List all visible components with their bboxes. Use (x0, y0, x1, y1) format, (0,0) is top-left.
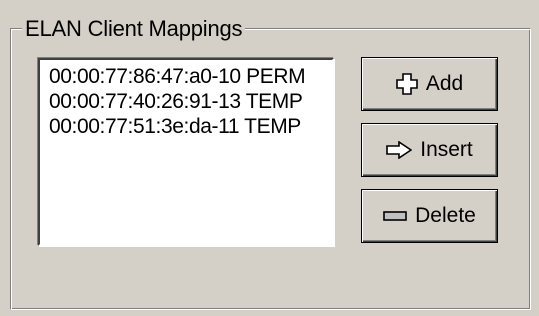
minus-icon (383, 211, 407, 221)
mappings-listbox[interactable]: 00:00:77:86:47:a0-10 PERM 00:00:77:40:26… (38, 58, 334, 246)
arrow-right-icon (386, 141, 413, 159)
delete-button-label: Delete (415, 204, 476, 227)
list-item[interactable]: 00:00:77:51:3e:da-11 TEMP (40, 114, 332, 139)
insert-button-label: Insert (420, 138, 473, 161)
insert-button[interactable]: Insert (361, 123, 498, 177)
add-button-label: Add (425, 72, 464, 95)
add-button[interactable]: Add (361, 57, 498, 111)
group-title: ELAN Client Mappings (22, 16, 246, 42)
list-item[interactable]: 00:00:77:86:47:a0-10 PERM (40, 64, 332, 89)
list-item[interactable]: 00:00:77:40:26:91-13 TEMP (40, 89, 332, 114)
plus-icon (396, 73, 418, 95)
delete-button[interactable]: Delete (361, 189, 498, 243)
